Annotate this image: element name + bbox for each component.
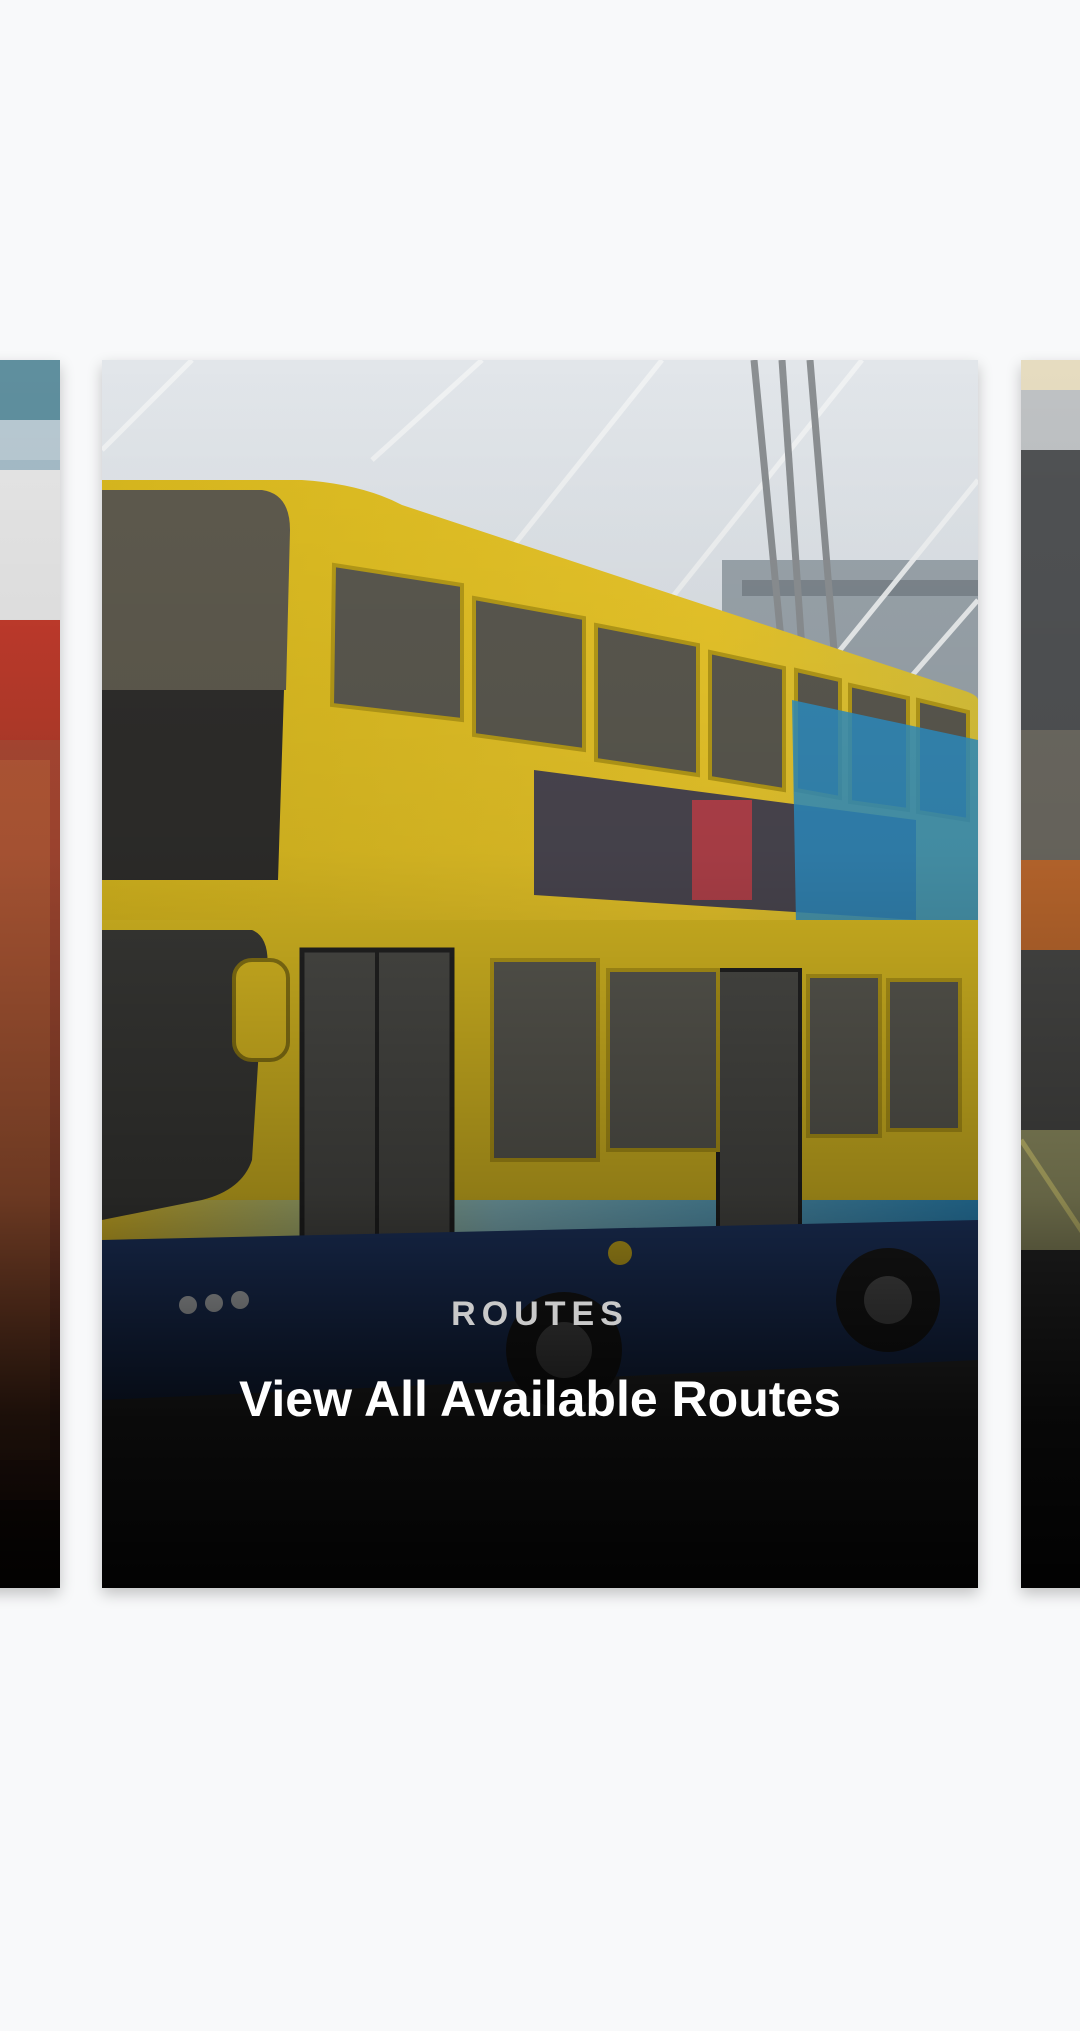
card-gradient-overlay xyxy=(1021,360,1080,1588)
card-caption: ROUTES View All Available Routes xyxy=(102,1295,978,1428)
carousel-card-next[interactable] xyxy=(1021,360,1080,1588)
carousel-card-previous[interactable] xyxy=(0,360,60,1588)
card-carousel[interactable]: ROUTES View All Available Routes xyxy=(0,360,1080,1588)
card-title[interactable]: View All Available Routes xyxy=(102,1370,978,1428)
routes-card[interactable]: ROUTES View All Available Routes xyxy=(102,360,978,1588)
card-category-label: ROUTES xyxy=(451,1295,629,1333)
card-gradient-overlay xyxy=(0,360,60,1588)
screen: ROUTES View All Available Routes xyxy=(0,0,1080,2031)
